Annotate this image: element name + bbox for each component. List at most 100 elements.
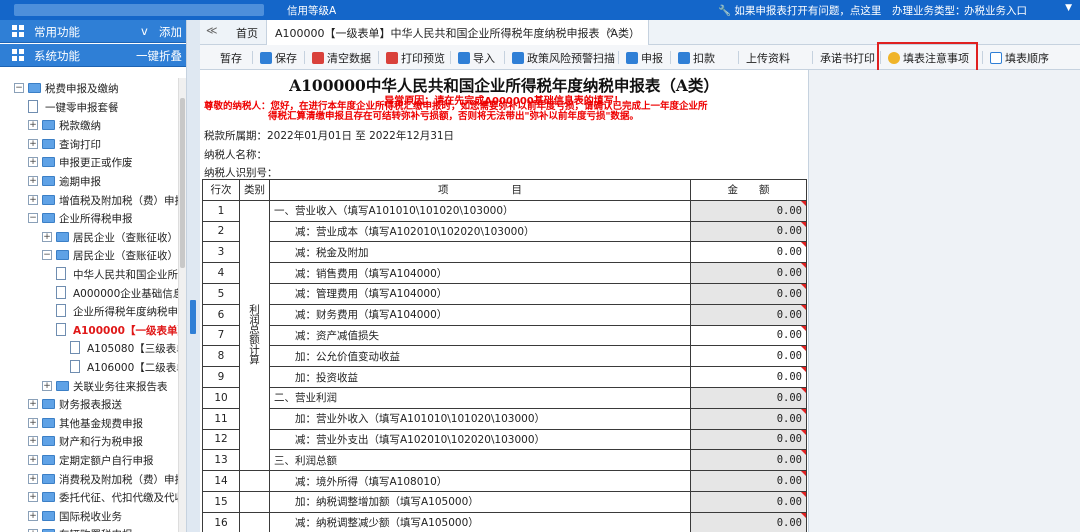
toolbar-button[interactable]: 清空数据 bbox=[312, 50, 371, 66]
tree-item[interactable]: 企业所得税年度纳税申报 bbox=[0, 302, 178, 320]
collapse-icon[interactable]: − bbox=[28, 213, 38, 224]
expand-icon[interactable]: + bbox=[42, 231, 52, 242]
toolbar-button[interactable]: 扣款 bbox=[678, 50, 715, 66]
tree-item-label: 中华人民共和国企业所得 bbox=[73, 269, 178, 281]
tree-item-label: 定期定额户自行申报 bbox=[59, 455, 154, 467]
tree-item[interactable]: +车辆购置税申报 bbox=[0, 525, 178, 532]
tree-item[interactable]: + 其他基金规费申报 bbox=[0, 414, 178, 432]
expand-icon[interactable]: + bbox=[28, 120, 38, 131]
amount-cell[interactable]: 0.00 bbox=[690, 345, 807, 368]
toolbar-button[interactable]: 暂存 bbox=[220, 50, 242, 66]
tree-item-label: 逾期申报 bbox=[59, 176, 101, 188]
tree-item[interactable]: + 委托代征、代扣代缴及代收 bbox=[0, 488, 178, 506]
required-marker bbox=[801, 242, 806, 248]
tree-item[interactable]: A105080【三级表单 bbox=[0, 339, 178, 357]
required-marker bbox=[801, 492, 806, 497]
expand-icon[interactable]: + bbox=[28, 455, 38, 465]
tree-item-label: 税费申报及缴纳 bbox=[45, 83, 119, 95]
toolbar-button[interactable]: 填表顺序 bbox=[990, 50, 1049, 66]
expand-icon[interactable]: + bbox=[28, 510, 38, 521]
row-number: 9 bbox=[202, 366, 240, 388]
toolbar-separator bbox=[252, 51, 253, 64]
tree-item[interactable]: − 税费申报及缴纳 bbox=[0, 79, 178, 97]
toolbar-button[interactable]: 打印预览 bbox=[386, 50, 445, 66]
sidebar-splitter[interactable] bbox=[186, 20, 200, 532]
tree-item[interactable]: + 增值税及附加税（费）申报 bbox=[0, 191, 178, 209]
toolbar-button[interactable]: 申报 bbox=[626, 50, 663, 66]
tab-back-button[interactable]: ≪ bbox=[206, 24, 218, 37]
toolbar-button[interactable]: 导入 bbox=[458, 50, 495, 66]
tree-item[interactable]: + 国际税收业务 bbox=[0, 507, 178, 525]
tree-item-label: 申报更正或作废 bbox=[59, 157, 133, 170]
tree-item[interactable]: + 定期定额户自行申报 bbox=[0, 451, 178, 469]
tree-item[interactable]: − 企业所得税申报 bbox=[0, 209, 178, 227]
collapse-all-button[interactable]: 一键折叠 bbox=[136, 48, 182, 64]
expand-icon[interactable]: + bbox=[28, 194, 38, 205]
tree-item[interactable]: + 财产和行为税申报 bbox=[0, 432, 178, 450]
toolbar-button[interactable]: 承诺书打印 bbox=[820, 50, 875, 66]
item-cell: 减：营业外支出（填写A102010\102020\103000） bbox=[269, 428, 691, 451]
expand-icon[interactable]: + bbox=[42, 380, 52, 391]
expand-icon[interactable]: + bbox=[28, 473, 38, 484]
tree-item[interactable]: 中华人民共和国企业所得 bbox=[0, 265, 178, 283]
toolbar-button[interactable]: 保存 bbox=[260, 50, 297, 66]
row-number: 8 bbox=[202, 345, 240, 368]
tree-item[interactable]: 一键零申报套餐 bbox=[0, 98, 178, 116]
expand-icon[interactable]: + bbox=[28, 176, 38, 186]
table-row: 16 减：纳税调整减少额（填写A105000） 0.00 bbox=[202, 511, 807, 532]
expand-icon[interactable]: + bbox=[28, 138, 38, 149]
tree-item-label: 财产和行为税申报 bbox=[59, 436, 143, 449]
common-functions-header[interactable]: 常用功能 v 添加 bbox=[0, 20, 200, 43]
expand-icon[interactable]: + bbox=[28, 492, 38, 503]
tree-item[interactable]: A106000【二级表单】 bbox=[0, 358, 178, 376]
business-type-select[interactable]: 办税业务入口 ▼ bbox=[958, 2, 1076, 18]
tab-current-form[interactable]: A100000【一级表单】中华人民共和国企业所得税年度纳税申报表（A类） bbox=[266, 20, 650, 45]
tree-item[interactable]: A000000企业基础信息 bbox=[0, 284, 178, 302]
amount-cell[interactable]: 0.00 bbox=[690, 241, 807, 264]
system-functions-header[interactable]: 系统功能 一键折叠 bbox=[0, 44, 200, 67]
required-marker bbox=[801, 471, 806, 477]
toolbar-button[interactable]: 上传资料 bbox=[746, 50, 790, 66]
collapse-handle[interactable] bbox=[190, 300, 196, 334]
right-pane bbox=[808, 70, 1080, 532]
tree-item[interactable]: − 居民企业（查账征收）企 bbox=[0, 246, 178, 264]
table-row: 11 加：营业外收入（填写A101010\101020\103000） 0.00 bbox=[202, 407, 807, 430]
amount-cell[interactable]: 0.00 bbox=[690, 366, 807, 388]
expand-icon[interactable]: + bbox=[28, 436, 38, 447]
collapse-icon[interactable]: − bbox=[14, 83, 24, 93]
expand-icon[interactable]: + bbox=[28, 399, 38, 410]
chevron-down-icon[interactable]: v bbox=[141, 24, 148, 38]
toolbar-button[interactable]: 政策风险预警扫描 bbox=[512, 50, 615, 66]
top-bar: 信用等级A 🔧 如果申报表打开有问题，点这里 办理业务类型： 办税业务入口 ▼ bbox=[0, 0, 1080, 20]
close-icon[interactable]: × bbox=[606, 24, 615, 37]
tree-item[interactable]: + 税款缴纳 bbox=[0, 116, 178, 134]
tree-item[interactable]: + 申报更正或作废 bbox=[0, 153, 178, 171]
table-row: 10 二、营业利润 0.00 bbox=[202, 386, 807, 409]
clear-icon bbox=[312, 52, 324, 64]
item-cell: 减：管理费用（填写A104000） bbox=[269, 282, 691, 305]
amount-cell: 0.00 bbox=[690, 282, 807, 305]
tree-item[interactable]: + 居民企业（查账征收）企 bbox=[0, 228, 178, 246]
tree-item[interactable]: + 逾期申报 bbox=[0, 172, 178, 190]
tree-scrollbar[interactable] bbox=[178, 78, 186, 532]
required-marker bbox=[801, 450, 806, 456]
expand-icon[interactable]: + bbox=[28, 417, 38, 428]
declaration-table: 行次 类别 项 目 金 额 1 利润总额计算一、营业收入（填写A101010\10… bbox=[202, 179, 807, 532]
tab-home[interactable]: 首页 bbox=[236, 25, 258, 41]
toolbar-separator bbox=[670, 51, 671, 64]
tree-item[interactable]: A100000【一级表单】 bbox=[0, 321, 178, 339]
tree-item[interactable]: + 关联业务往来报告表 bbox=[0, 377, 178, 395]
tree-item[interactable]: + 财务报表报送 bbox=[0, 395, 178, 413]
add-button[interactable]: 添加 bbox=[159, 24, 182, 40]
folder-icon bbox=[42, 138, 55, 149]
amount-cell[interactable]: 0.00 bbox=[690, 324, 807, 347]
folder-icon bbox=[42, 417, 55, 428]
toolbar-button-label: 保存 bbox=[275, 52, 297, 65]
row-number: 3 bbox=[202, 241, 240, 264]
help-link[interactable]: 🔧 如果申报表打开有问题，点这里 bbox=[718, 3, 881, 18]
tree-item[interactable]: + 查询打印 bbox=[0, 135, 178, 153]
expand-icon[interactable]: + bbox=[28, 157, 38, 168]
collapse-icon[interactable]: − bbox=[42, 250, 52, 261]
tree-item[interactable]: + 消费税及附加税（费）申报 bbox=[0, 470, 178, 488]
amount-cell: 0.00 bbox=[690, 262, 807, 284]
